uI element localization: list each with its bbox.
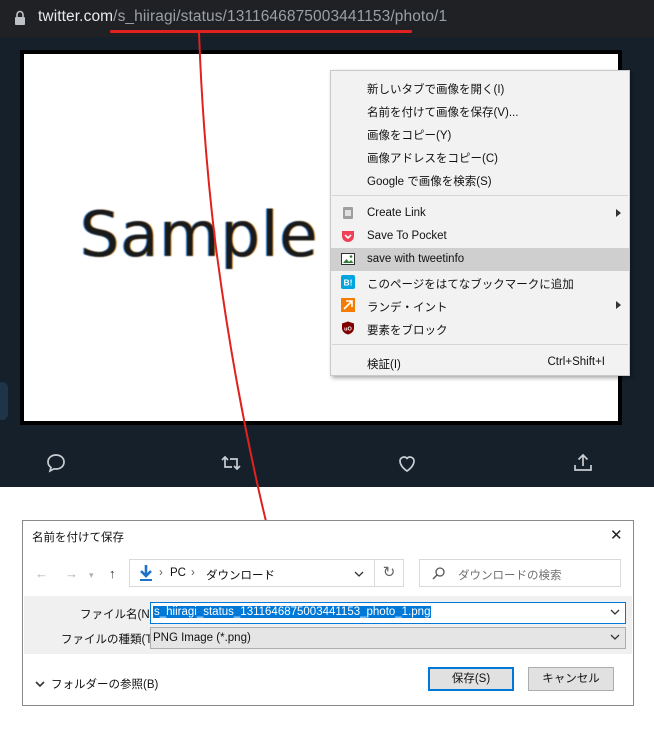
menu-label: 検証(I) <box>367 359 401 371</box>
menu-separator <box>332 344 628 345</box>
svg-text:B!: B! <box>344 278 353 288</box>
menu-create-link[interactable]: Create Link <box>331 202 629 225</box>
menu-save-image-as[interactable]: 名前を付けて画像を保存(V)... <box>331 99 629 122</box>
menu-separator <box>332 195 628 196</box>
back-arrow-icon[interactable]: ← <box>35 566 48 581</box>
filename-label: ファイル名(N): <box>80 609 157 621</box>
menu-google-image-search[interactable]: Google で画像を検索(S) <box>331 168 629 191</box>
url-host: twitter.com <box>38 8 114 25</box>
filename-value: s_hiiragi_status_1311646875003441153_pho… <box>153 606 432 618</box>
refresh-icon[interactable]: ↻ <box>374 559 404 587</box>
create-link-icon <box>343 207 353 219</box>
forward-arrow-icon[interactable]: → <box>65 566 78 581</box>
search-icon <box>432 567 445 580</box>
url-bar[interactable]: twitter.com/s_hiiragi/status/13116468750… <box>0 0 654 37</box>
download-folder-icon <box>140 565 152 581</box>
chevron-down-icon[interactable] <box>610 607 620 617</box>
heart-icon[interactable] <box>395 451 419 475</box>
photo-sample-text: Sample <box>80 198 319 271</box>
save-as-dialog: 名前を付けて保存 ✕ ← → ▾ ↑ › PC › ダウンロード › ↻ ダウン… <box>22 520 634 706</box>
address-bar[interactable]: › PC › ダウンロード › <box>129 559 375 587</box>
side-handle <box>0 382 8 420</box>
menu-shortcut: Ctrl+Shift+I <box>547 356 605 368</box>
lock-icon <box>15 10 25 25</box>
menu-save-with-tweetinfo[interactable]: save with tweetinfo <box>331 248 629 271</box>
search-placeholder: ダウンロードの検索 <box>458 570 562 582</box>
hatena-bookmark-icon: B! <box>341 275 355 289</box>
url-text: twitter.com/s_hiiragi/status/13116468750… <box>38 8 447 26</box>
ublock-icon: uO <box>342 321 354 335</box>
breadcrumb-separator-icon: › <box>159 567 163 579</box>
menu-hatena-bookmark[interactable]: B! このページをはてなブックマークに追加 <box>331 271 629 294</box>
menu-label: 名前を付けて画像を保存(V)... <box>367 107 519 119</box>
menu-rande-int[interactable]: ランデ・イント <box>331 294 629 317</box>
tweet-actions <box>0 439 654 487</box>
svg-text:uO: uO <box>344 327 352 333</box>
breadcrumb-separator-icon: › <box>266 567 270 579</box>
menu-label: ランデ・イント <box>367 302 448 314</box>
menu-label: 新しいタブで画像を開く(I) <box>367 84 505 96</box>
filetype-label: ファイルの種類(T): <box>61 634 160 646</box>
red-underline-annotation <box>110 30 412 33</box>
dialog-title: 名前を付けて保存 <box>32 532 124 544</box>
pocket-icon <box>342 231 354 242</box>
menu-label: 画像アドレスをコピー(C) <box>367 153 498 165</box>
chevron-down-icon <box>35 681 45 688</box>
filetype-select[interactable]: PNG Image (*.png) <box>150 627 626 649</box>
search-box[interactable]: ダウンロードの検索 <box>419 559 621 587</box>
breadcrumb-separator-icon: › <box>191 567 195 579</box>
menu-label: 要素をブロック <box>367 325 448 337</box>
up-arrow-icon[interactable]: ↑ <box>109 566 116 581</box>
menu-label: Save To Pocket <box>367 230 447 242</box>
close-icon[interactable]: ✕ <box>610 526 623 544</box>
menu-save-to-pocket[interactable]: Save To Pocket <box>331 225 629 248</box>
retweet-icon[interactable] <box>219 451 243 475</box>
menu-block-element[interactable]: uO 要素をブロック <box>331 317 629 340</box>
chevron-down-icon <box>610 634 620 640</box>
browse-folders-toggle[interactable]: フォルダーの参照(B) <box>35 676 158 692</box>
menu-copy-image[interactable]: 画像をコピー(Y) <box>331 122 629 145</box>
breadcrumb-pc[interactable]: PC <box>170 567 186 579</box>
reply-icon[interactable] <box>44 451 68 475</box>
tweetinfo-icon <box>341 253 355 265</box>
menu-label: Create Link <box>367 207 426 219</box>
menu-label: Google で画像を検索(S) <box>367 176 492 188</box>
share-icon[interactable] <box>571 451 595 475</box>
menu-inspect[interactable]: 検証(I) Ctrl+Shift+I <box>331 351 629 374</box>
cancel-button[interactable]: キャンセル <box>528 667 614 691</box>
save-button[interactable]: 保存(S) <box>428 667 514 691</box>
menu-copy-image-address[interactable]: 画像アドレスをコピー(C) <box>331 145 629 168</box>
filename-input[interactable]: s_hiiragi_status_1311646875003441153_pho… <box>150 602 626 624</box>
url-path: /s_hiiragi/status/1311646875003441153/ph… <box>113 8 448 25</box>
address-dropdown-icon[interactable] <box>354 569 364 579</box>
rande-int-icon <box>341 298 355 312</box>
menu-open-image-new-tab[interactable]: 新しいタブで画像を開く(I) <box>331 76 629 99</box>
submenu-arrow-icon <box>616 209 621 217</box>
submenu-arrow-icon <box>616 301 621 309</box>
recent-locations-chevron-icon[interactable]: ▾ <box>89 570 94 581</box>
context-menu: 新しいタブで画像を開く(I) 名前を付けて画像を保存(V)... 画像をコピー(… <box>330 70 630 376</box>
filetype-value: PNG Image (*.png) <box>153 632 251 644</box>
menu-label: save with tweetinfo <box>367 253 465 265</box>
file-fields: ファイル名(N): s_hiiragi_status_1311646875003… <box>24 596 632 654</box>
menu-label: このページをはてなブックマークに追加 <box>367 279 574 291</box>
browse-folders-label: フォルダーの参照(B) <box>51 679 159 691</box>
menu-label: 画像をコピー(Y) <box>367 130 452 142</box>
breadcrumb-downloads[interactable]: ダウンロード <box>206 567 275 583</box>
